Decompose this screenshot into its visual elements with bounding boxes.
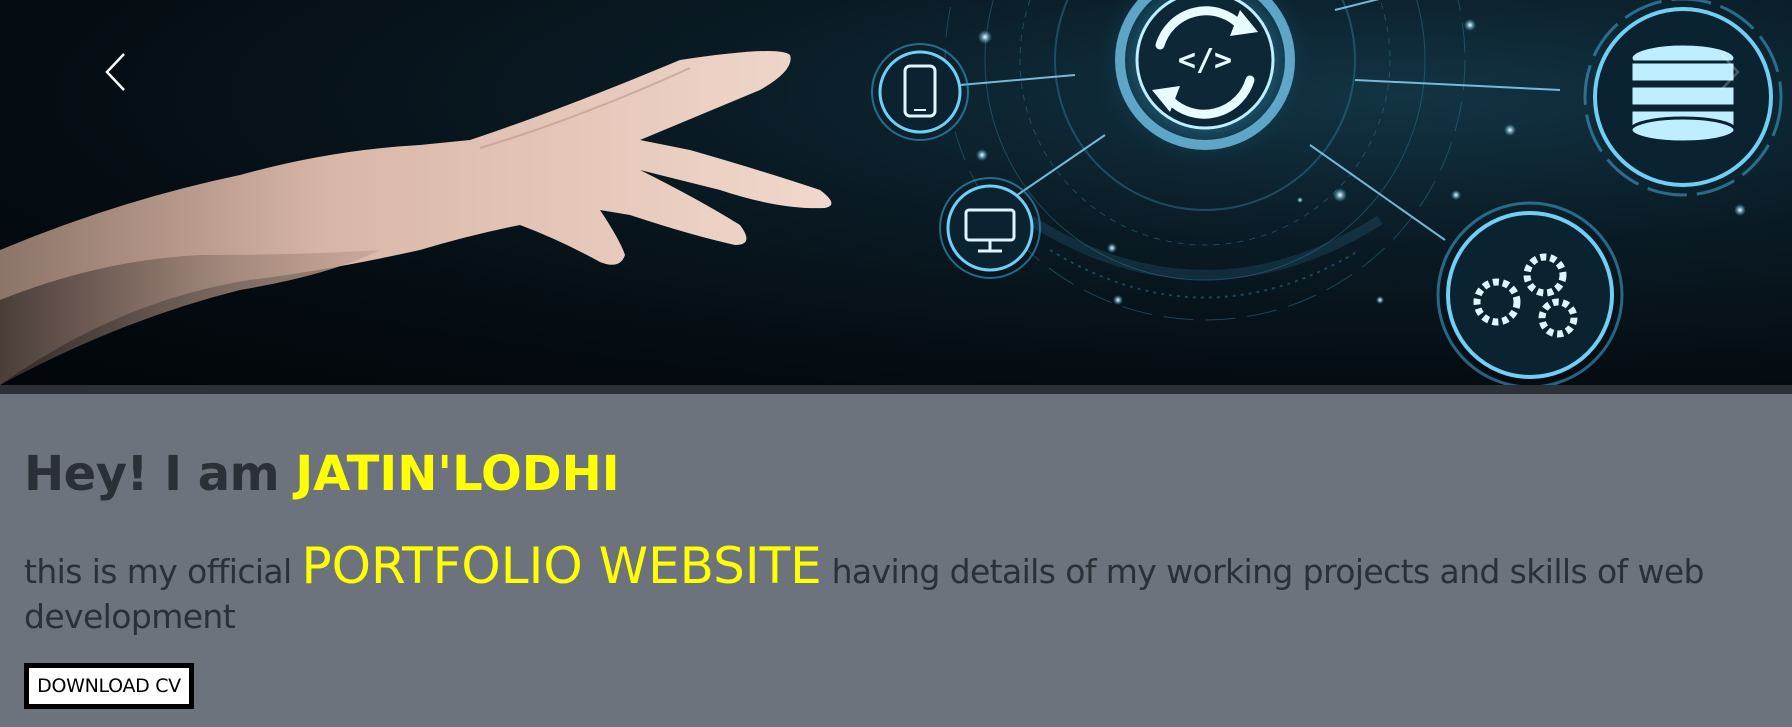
svg-text:</>: </> bbox=[1178, 43, 1232, 78]
portfolio-page: </> Hey! I am JATIN'LODHI this is my off… bbox=[0, 0, 1792, 727]
tagline-prefix: this is my official bbox=[24, 552, 302, 591]
owner-name: JATIN'LODHI bbox=[295, 446, 620, 502]
tagline-highlight: PORTFOLIO WEBSITE bbox=[301, 537, 822, 595]
hero-carousel: </> bbox=[0, 0, 1792, 385]
greeting-heading: Hey! I am JATIN'LODHI bbox=[24, 446, 620, 502]
carousel-next-button[interactable] bbox=[1710, 42, 1750, 102]
monitor-icon bbox=[939, 177, 1041, 279]
hero-image: </> bbox=[0, 0, 1783, 385]
greeting-prefix: Hey! I am bbox=[24, 446, 296, 502]
smartphone-icon bbox=[871, 43, 969, 141]
chevron-right-icon bbox=[1720, 53, 1740, 91]
chevron-left-icon bbox=[105, 53, 125, 91]
download-cv-button[interactable]: DOWNLOAD CV bbox=[24, 663, 194, 709]
database-icon bbox=[1583, 0, 1783, 197]
carousel-divider bbox=[0, 385, 1792, 394]
carousel-prev-button[interactable] bbox=[95, 42, 135, 102]
tagline: this is my official PORTFOLIO WEBSITE ha… bbox=[24, 541, 1784, 639]
gears-icon bbox=[1436, 201, 1624, 385]
